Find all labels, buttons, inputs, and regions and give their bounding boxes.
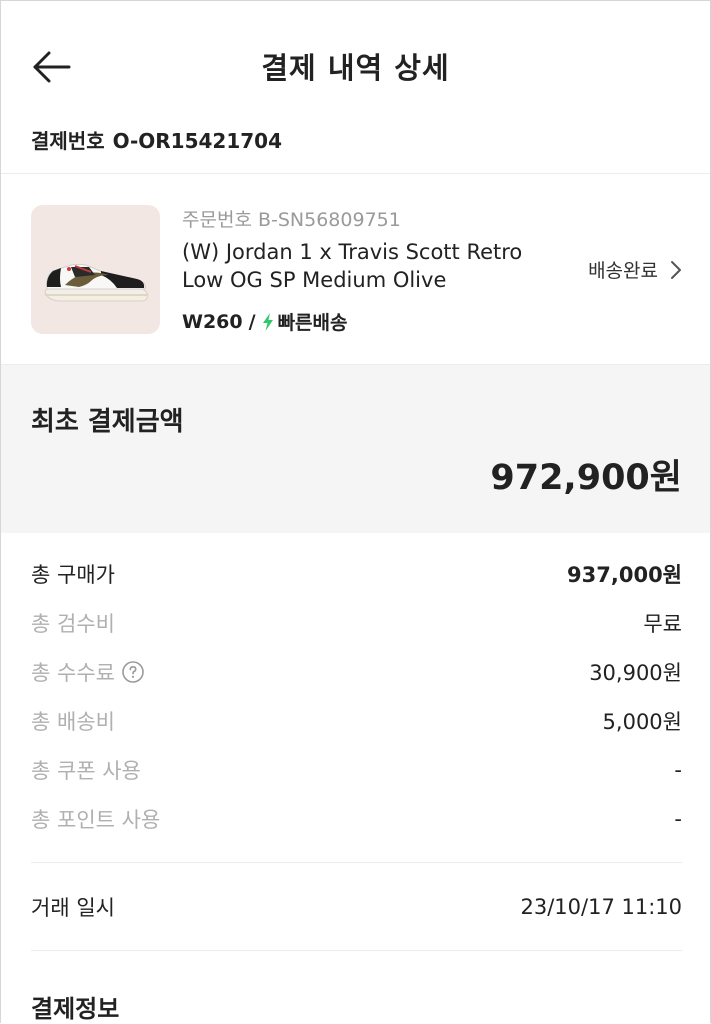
breakdown-label: 총 수수료 bbox=[31, 660, 115, 685]
initial-amount-label: 최초 결제금액 bbox=[31, 407, 184, 437]
shipping-type: 빠른배송 bbox=[277, 312, 348, 334]
breakdown-label: 총 배송비 bbox=[31, 709, 115, 734]
delivery-status[interactable]: 배송완료 bbox=[588, 256, 682, 283]
initial-amount-section: 최초 결제금액 972,900원 bbox=[1, 364, 710, 533]
breakdown-value: 5,000원 bbox=[602, 709, 682, 734]
breakdown-row-purchase: 총 구매가 937,000원 bbox=[31, 549, 682, 598]
lightning-icon bbox=[262, 312, 274, 331]
chevron-right-icon bbox=[670, 260, 682, 280]
screen: 결제 내역 상세 결제번호 O-OR15421704 주문번호 B-SN5680… bbox=[0, 0, 711, 1023]
transaction-value: 23/10/17 11:10 bbox=[520, 895, 682, 919]
breakdown-value: - bbox=[674, 757, 682, 782]
divider bbox=[31, 950, 682, 951]
breakdown-label-wrap: 총 수수료 bbox=[31, 657, 145, 687]
sneaker-image bbox=[31, 205, 160, 334]
breakdown-row-shipping: 총 배송비 5,000원 bbox=[31, 696, 682, 745]
breakdown-value: 무료 bbox=[643, 611, 682, 636]
delivery-status-label: 배송완료 bbox=[588, 260, 658, 282]
breakdown-value: 937,000원 bbox=[567, 562, 682, 587]
breakdown-row-fee: 총 수수료 30,900원 bbox=[31, 647, 682, 696]
breakdown-label: 총 포인트 사용 bbox=[31, 807, 161, 832]
page-title: 결제 내역 상세 bbox=[261, 51, 450, 85]
payment-number: 결제번호 O-OR15421704 bbox=[31, 125, 282, 154]
initial-amount-value: 972,900원 bbox=[490, 458, 682, 498]
transaction-datetime: 거래 일시 23/10/17 11:10 bbox=[31, 885, 682, 929]
breakdown-list: 총 구매가 937,000원 총 검수비 무료 총 수수료 30,900원 총 bbox=[31, 549, 682, 843]
breakdown-label: 총 구매가 bbox=[31, 562, 115, 587]
product-card[interactable]: 주문번호 B-SN56809751 (W) Jordan 1 x Travis … bbox=[1, 174, 710, 364]
breakdown-value: - bbox=[674, 806, 682, 831]
product-options: W260 / 빠른배송 bbox=[182, 308, 348, 335]
transaction-label: 거래 일시 bbox=[31, 896, 115, 920]
breakdown-value: 30,900원 bbox=[589, 660, 682, 685]
payment-info-title: 결제정보 bbox=[31, 995, 120, 1023]
payment-number-value: O-OR15421704 bbox=[112, 129, 283, 153]
breakdown-row-coupon: 총 쿠폰 사용 - bbox=[31, 745, 682, 794]
breakdown-row-points: 총 포인트 사용 - bbox=[31, 794, 682, 843]
divider bbox=[31, 862, 682, 863]
product-name: (W) Jordan 1 x Travis Scott Retro Low OG… bbox=[182, 240, 523, 292]
separator: / bbox=[248, 310, 256, 333]
question-icon[interactable] bbox=[121, 660, 145, 684]
order-number: 주문번호 B-SN56809751 bbox=[182, 209, 401, 231]
breakdown-row-inspection: 총 검수비 무료 bbox=[31, 598, 682, 647]
breakdown-label: 총 검수비 bbox=[31, 611, 115, 636]
header: 결제 내역 상세 결제번호 O-OR15421704 bbox=[1, 1, 710, 153]
product-size: W260 bbox=[182, 310, 243, 333]
product-image bbox=[31, 205, 160, 334]
payment-number-label: 결제번호 bbox=[31, 129, 105, 153]
breakdown-label: 총 쿠폰 사용 bbox=[31, 758, 141, 783]
